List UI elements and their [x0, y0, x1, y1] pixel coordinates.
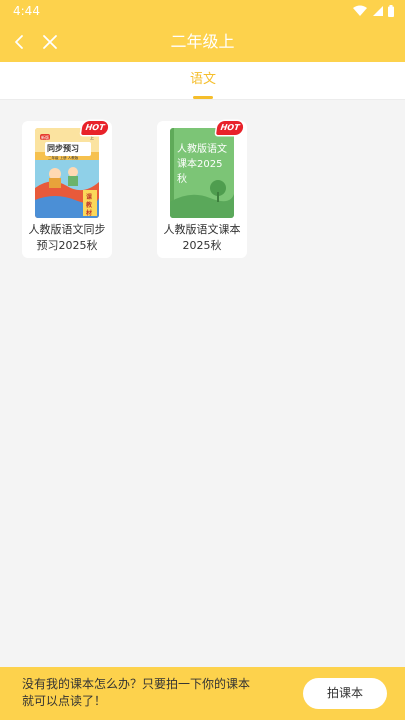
- sync-preview-cover-art: 新版 同步预习 二年级 上册 人教版 课 教 材 上: [35, 128, 99, 218]
- cover-title-text: 人教版语文课本2025秋: [177, 144, 227, 185]
- bottom-prompt: 没有我的课本怎么办？只要拍一下你的课本 就可以点读了！: [22, 676, 272, 710]
- bottom-banner: 没有我的课本怎么办？只要拍一下你的课本 就可以点读了！ 拍课本: [0, 667, 405, 720]
- book-title-line-2: 2025秋: [182, 239, 222, 252]
- cover-heading: 同步预习: [47, 143, 79, 153]
- book-title: 人教版语文课本 2025秋: [159, 222, 245, 254]
- cover-tag: 新版: [41, 134, 49, 140]
- chevron-left-icon[interactable]: [10, 32, 30, 52]
- hot-badge: HOT: [216, 121, 244, 135]
- wifi-icon: [353, 5, 367, 16]
- bottom-prompt-line-1: 没有我的课本怎么办？只要拍一下你的课本: [22, 677, 251, 691]
- bottom-prompt-line-2: 就可以点读了！: [22, 694, 107, 708]
- status-bar: 4:44: [0, 0, 405, 22]
- book-cover-image: 人教版语文课本2025秋: [170, 128, 234, 218]
- status-time: 4:44: [13, 4, 40, 18]
- tab-bar: 语文: [0, 62, 405, 100]
- book-card-textbook[interactable]: 人教版语文课本2025秋 HOT 人教版语文课本 2025秋: [157, 121, 247, 258]
- photo-textbook-button[interactable]: 拍课本: [303, 678, 387, 709]
- close-icon[interactable]: [40, 32, 60, 52]
- book-title-line-1: 人教版语文课本: [163, 223, 241, 236]
- signal-icon: [373, 6, 383, 16]
- status-icons: [353, 5, 395, 17]
- book-title: 人教版语文同步 预习2025秋: [24, 222, 110, 254]
- tab-indicator: [193, 96, 213, 99]
- book-title-line-2: 预习2025秋: [36, 239, 98, 252]
- tab-chinese[interactable]: 语文: [172, 62, 234, 99]
- hot-badge: HOT: [81, 121, 109, 135]
- page-title: 二年级上: [170, 32, 235, 51]
- book-title-line-1: 人教版语文同步: [28, 223, 106, 236]
- cover-side-1: 课: [86, 193, 93, 201]
- book-cover-image: 新版 同步预习 二年级 上册 人教版 课 教 材 上: [35, 128, 99, 218]
- cover-side-3: 材: [85, 209, 92, 217]
- battery-icon: [388, 5, 394, 17]
- cover-subtitle: 二年级 上册 人教版: [48, 155, 79, 160]
- app-header: 二年级上: [0, 22, 405, 62]
- cover-side-2: 教: [85, 201, 93, 209]
- book-card-sync-preview[interactable]: 新版 同步预习 二年级 上册 人教版 课 教 材 上 HOT 人教版语文同步 预…: [22, 121, 112, 258]
- tab-label: 语文: [189, 72, 216, 87]
